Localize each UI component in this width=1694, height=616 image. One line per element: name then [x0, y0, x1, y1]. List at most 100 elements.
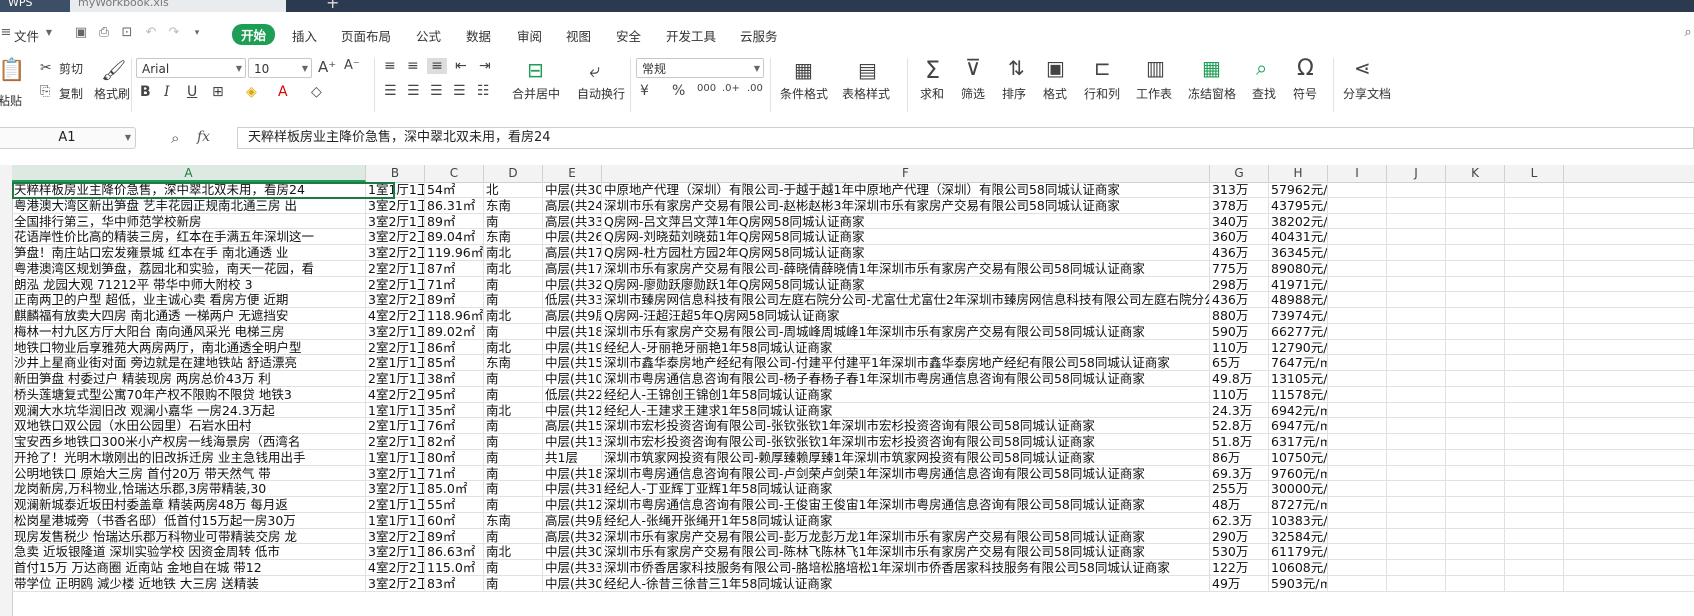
- cell-l3[interactable]: [1505, 213, 1564, 230]
- cell-i25[interactable]: [1328, 560, 1387, 576]
- column-header-l[interactable]: L: [1505, 165, 1564, 182]
- cell-f6[interactable]: 深圳市乐有家房产交易有限公司-薛晓倩薛晓倩1年深圳市乐有家房产交易有限公司58同…: [602, 260, 1210, 277]
- cell-g5[interactable]: 436万: [1210, 245, 1269, 261]
- cell-h22[interactable]: 10383元/㎡: [1269, 512, 1328, 529]
- cell-k16[interactable]: [1446, 418, 1505, 434]
- cell-g21[interactable]: 48万: [1210, 497, 1269, 513]
- justify-icon[interactable]: ☰: [453, 83, 466, 99]
- cell-d24[interactable]: 南北: [484, 544, 543, 560]
- cell-g7[interactable]: 298万: [1210, 276, 1269, 293]
- cell-k18[interactable]: [1446, 449, 1505, 466]
- column-header-b[interactable]: B: [366, 165, 425, 182]
- cell-f12[interactable]: 深圳市鑫华泰房地产经纪有限公司-付建平付建平1年深圳市鑫华泰房地产经纪有限公司5…: [602, 355, 1210, 371]
- cell-b18[interactable]: 1室1厅1卫: [366, 449, 425, 466]
- conditional-format-icon[interactable]: ▦: [794, 58, 813, 82]
- cell-d16[interactable]: 南: [484, 418, 543, 434]
- cell-a8[interactable]: 正南两卫的户型 超低，业主诚心卖 看房方便 近期: [12, 292, 366, 308]
- cell-e26[interactable]: 中层(共30: [543, 575, 602, 592]
- decrease-decimal-icon[interactable]: .00: [747, 83, 763, 94]
- cell-c10[interactable]: 89.02㎡: [425, 323, 484, 340]
- cell-d26[interactable]: 南: [484, 575, 543, 592]
- tab-home[interactable]: 开始: [232, 24, 276, 45]
- cell-b25[interactable]: 4室2厅2卫: [366, 560, 425, 576]
- cell-c5[interactable]: 119.96㎡: [425, 245, 484, 261]
- cell-j18[interactable]: [1387, 449, 1446, 466]
- cell-a25[interactable]: 首付15万 万达商圈 近南站 金地自在城 带12: [12, 560, 366, 576]
- cell-e6[interactable]: 高层(共17: [543, 260, 602, 277]
- cell-d2[interactable]: 东南: [484, 197, 543, 214]
- redo-icon[interactable]: ↷: [166, 26, 182, 40]
- cell-e9[interactable]: 高层(共9层: [543, 308, 602, 324]
- cell-f5[interactable]: Q房网-杜方园杜方园2年Q房网58同城认证商家: [602, 245, 1210, 261]
- cell-a17[interactable]: 宝安西乡地铁口300米小产权房一线海景房（西湾名: [12, 434, 366, 450]
- symbol-icon[interactable]: Ω: [1297, 56, 1314, 81]
- cell-b4[interactable]: 3室2厅2卫: [366, 229, 425, 245]
- cell-f11[interactable]: 经纪人-牙丽艳牙丽艳1年58同城认证商家: [602, 339, 1210, 356]
- cell-k26[interactable]: [1446, 575, 1505, 592]
- cell-j1[interactable]: [1387, 182, 1446, 198]
- cell-e1[interactable]: 中层(共30: [543, 182, 602, 198]
- cell-f15[interactable]: 经纪人-王建求王建求1年58同城认证商家: [602, 402, 1210, 419]
- cell-g14[interactable]: 110万: [1210, 386, 1269, 403]
- cell-c26[interactable]: 83㎡: [425, 575, 484, 592]
- column-header-h[interactable]: H: [1269, 165, 1328, 182]
- cell-j26[interactable]: [1387, 575, 1446, 592]
- conditional-format-button[interactable]: 条件格式: [780, 85, 828, 102]
- cell-j11[interactable]: [1387, 339, 1446, 356]
- cell-g23[interactable]: 290万: [1210, 528, 1269, 545]
- cell-a10[interactable]: 梅林一村九区方厅大阳台 南向通风采光 电梯三房: [12, 323, 366, 340]
- cell-c3[interactable]: 89㎡: [425, 213, 484, 230]
- cell-e5[interactable]: 高层(共17: [543, 245, 602, 261]
- table-style-icon[interactable]: ▤: [858, 58, 877, 82]
- align-top-icon[interactable]: ≡: [384, 58, 396, 74]
- cell-b14[interactable]: 4室2厅2卫: [366, 386, 425, 403]
- cell-f17[interactable]: 深圳市宏杉投资咨询有限公司-张钦张钦1年深圳市宏杉投资咨询有限公司58同城认证商…: [602, 434, 1210, 450]
- format-painter-icon[interactable]: 🖌: [101, 58, 126, 82]
- cell-g11[interactable]: 110万: [1210, 339, 1269, 356]
- cell-a3[interactable]: 全国排行第三，华中师范学校新房: [12, 213, 366, 230]
- cell-j21[interactable]: [1387, 497, 1446, 513]
- cell-g8[interactable]: 436万: [1210, 292, 1269, 308]
- menu-hamburger-icon[interactable]: ≡: [0, 26, 14, 40]
- cell-a16[interactable]: 双地铁口双公园（水田公园里）石岩水田村: [12, 418, 366, 434]
- fill-color-icon[interactable]: ◈: [246, 84, 257, 100]
- cell-b20[interactable]: 3室2厅1卫: [366, 481, 425, 497]
- cell-f9[interactable]: Q房网-汪超汪超5年Q房网58同城认证商家: [602, 308, 1210, 324]
- tab-wps[interactable]: WPS: [0, 0, 76, 12]
- sum-button[interactable]: 求和: [920, 85, 944, 102]
- freeze-panes-button[interactable]: 冻结窗格: [1188, 85, 1236, 102]
- cell-i18[interactable]: [1328, 449, 1387, 466]
- cell-a20[interactable]: 龙岗新房,万科物业,恰瑞达乐郡,3房带精装,30: [12, 481, 366, 497]
- cell-a18[interactable]: 开抢了！光明木墩刚出的旧改拆迁房 业主急钱用出手: [12, 449, 366, 466]
- cell-l14[interactable]: [1505, 386, 1564, 403]
- cell-h16[interactable]: 6947元/㎡: [1269, 418, 1328, 434]
- cell-i3[interactable]: [1328, 213, 1387, 230]
- cell-c6[interactable]: 87㎡: [425, 260, 484, 277]
- cell-d20[interactable]: 南: [484, 481, 543, 497]
- cell-d5[interactable]: 南北: [484, 245, 543, 261]
- wrap-text-button[interactable]: 自动换行: [577, 85, 625, 102]
- cell-i8[interactable]: [1328, 292, 1387, 308]
- cell-f8[interactable]: 深圳市臻房网信息科技有限公司左庭右院分公司-尤富仕尤富仕2年深圳市臻房网信息科技…: [602, 292, 1210, 308]
- decrease-font-icon[interactable]: A⁻: [344, 58, 360, 73]
- cell-f1[interactable]: 中原地产代理（深圳）有限公司-于越于越1年中原地产代理（深圳）有限公司58同城认…: [602, 182, 1210, 198]
- filter-icon[interactable]: ⊽: [965, 56, 981, 81]
- cell-g26[interactable]: 49万: [1210, 575, 1269, 592]
- cell-a2[interactable]: 粤港澳大湾区新出笋盘 艺丰花园正规南北通三房 出: [12, 197, 366, 214]
- cell-i15[interactable]: [1328, 402, 1387, 419]
- cell-c24[interactable]: 86.63㎡: [425, 544, 484, 560]
- cell-e19[interactable]: 中层(共18: [543, 465, 602, 482]
- cell-d7[interactable]: 南: [484, 276, 543, 293]
- cell-b16[interactable]: 2室1厅1卫: [366, 418, 425, 434]
- sum-icon[interactable]: Σ: [925, 56, 940, 84]
- cell-k5[interactable]: [1446, 245, 1505, 261]
- column-header-j[interactable]: J: [1387, 165, 1446, 182]
- cell-c22[interactable]: 60㎡: [425, 512, 484, 529]
- cell-k21[interactable]: [1446, 497, 1505, 513]
- cell-d9[interactable]: 南北: [484, 308, 543, 324]
- cell-a22[interactable]: 松岗星港城旁（书香名邸）低首付15万起一房30万: [12, 512, 366, 529]
- cell-l4[interactable]: [1505, 229, 1564, 245]
- cell-d14[interactable]: 南: [484, 386, 543, 403]
- cell-c18[interactable]: 80㎡: [425, 449, 484, 466]
- cell-f23[interactable]: 深圳市乐有家房产交易有限公司-彭万龙彭万龙1年深圳市乐有家房产交易有限公司58同…: [602, 528, 1210, 545]
